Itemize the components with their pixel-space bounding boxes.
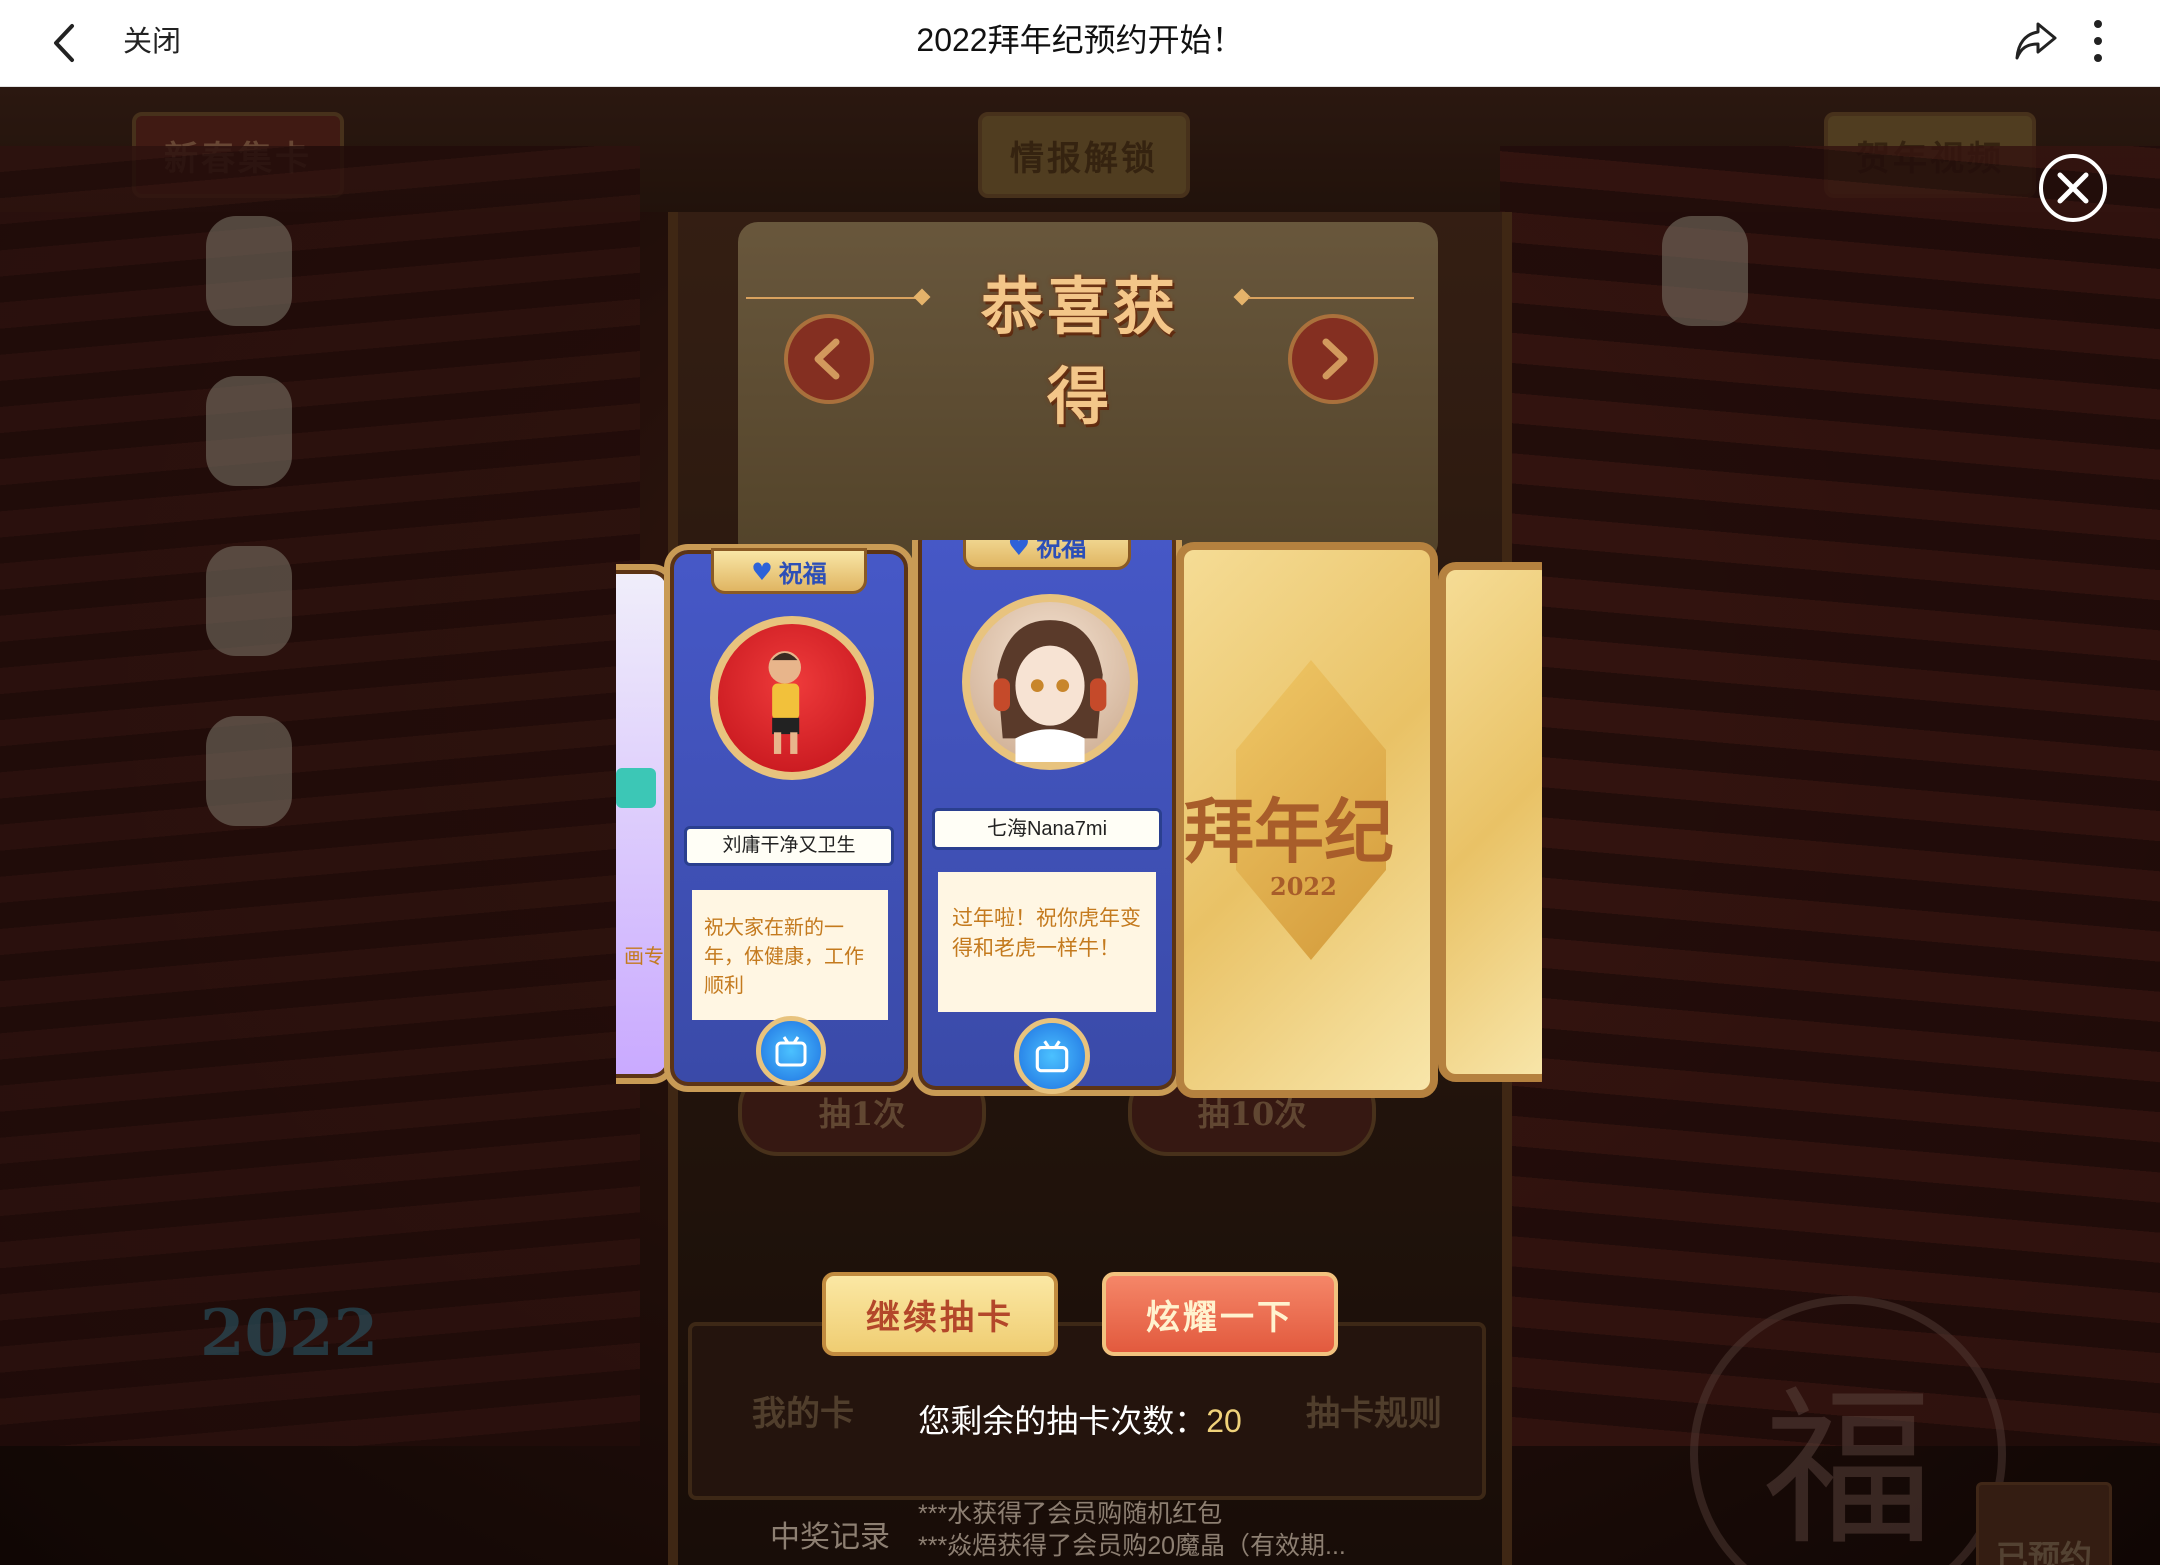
anime-girl-icon xyxy=(993,620,1107,762)
avatar xyxy=(962,594,1138,770)
card-message: 过年啦！祝你虎年变得和老虎一样牛！ xyxy=(938,872,1156,1012)
prize-record-label[interactable]: 中奖记录 xyxy=(770,1512,890,1556)
heart-icon: ♥ xyxy=(1007,540,1031,561)
prize-record-line: ***水获得了会员购随机红包 xyxy=(918,1500,1223,1528)
top-navbar: 关闭 2022拜年纪预约开始！ xyxy=(0,0,2160,87)
remaining-draws: 您剩余的抽卡次数：20 xyxy=(0,1396,2160,1442)
remaining-count: 20 xyxy=(1206,1403,1242,1439)
modal-title: 恭喜获得 xyxy=(980,270,1179,433)
bilibili-logo-icon xyxy=(1014,1018,1090,1094)
card-message: 祝大家在新的一年，体健康，工作顺利 xyxy=(692,890,888,1020)
partial-card-text: 画专 xyxy=(624,946,664,968)
remaining-label: 您剩余的抽卡次数： xyxy=(918,1403,1207,1439)
show-off-button[interactable]: 炫耀一下 xyxy=(1102,1272,1338,1356)
card-tag: ♥ 祝福 xyxy=(963,540,1131,570)
bilibili-logo-icon xyxy=(756,1016,826,1086)
person-figure-icon xyxy=(768,651,802,754)
card-liu-yong[interactable]: ♥ 祝福 刘庸干净又卫生 祝大家在新的一年，体健康，工作顺利 xyxy=(664,544,914,1092)
continue-draw-button[interactable]: 继续抽卡 xyxy=(822,1272,1058,1356)
title-line-left xyxy=(746,297,922,299)
card-back[interactable]: 拜年纪 2022 xyxy=(1176,542,1438,1098)
card-name: 刘庸干净又卫生 xyxy=(684,826,894,866)
heart-icon: ♥ xyxy=(751,556,773,586)
close-icon[interactable] xyxy=(2037,152,2109,224)
card-tag: ♥ 祝福 xyxy=(711,548,867,594)
avatar xyxy=(710,616,874,780)
tv-icon xyxy=(616,768,656,808)
more-icon[interactable] xyxy=(2088,16,2108,66)
card-back-year: 2022 xyxy=(1270,872,1337,901)
prize-record-line: ***焱焐获得了会员购20魔晶（有效期... xyxy=(918,1532,1346,1560)
card-back-partial-right[interactable] xyxy=(1438,562,1542,1082)
card-nana7mi[interactable]: ♥ 祝福 七海Nana7mi 过年啦！祝你虎年变得和老虎一样牛！ xyxy=(912,540,1182,1096)
card-back-title: 拜年纪 xyxy=(1184,790,1394,873)
share-icon[interactable] xyxy=(2013,18,2059,64)
title-line-right xyxy=(1248,297,1414,299)
next-arrow-icon[interactable] xyxy=(1288,314,1378,404)
page-title: 2022拜年纪预约开始！ xyxy=(916,22,1244,58)
card-carousel[interactable]: 画专 ♥ 祝福 刘庸干净又卫生 祝大家在新的一年，体健康，工作顺利 ♥ 祝福 七… xyxy=(616,540,1542,1102)
card-name: 七海Nana7mi xyxy=(932,808,1162,850)
prev-arrow-icon[interactable] xyxy=(784,314,874,404)
